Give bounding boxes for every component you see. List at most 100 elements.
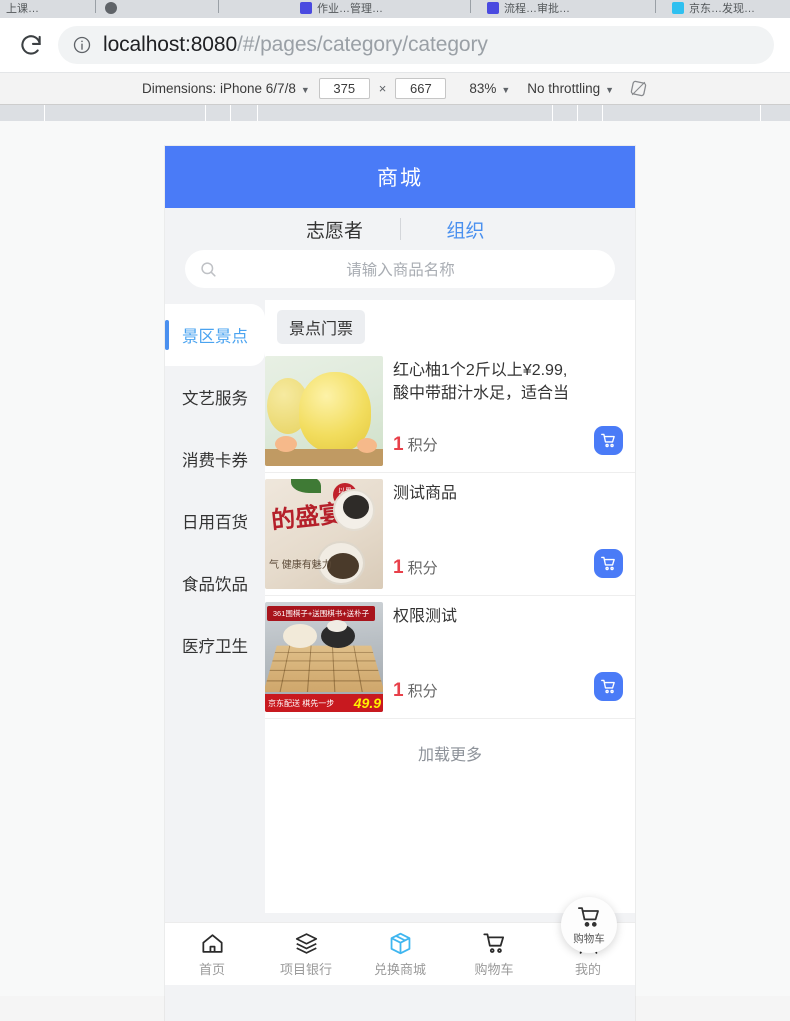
url-host: localhost:8080 — [103, 33, 238, 56]
box-icon — [390, 932, 410, 954]
viewport-width-input[interactable]: 375 — [318, 78, 370, 99]
product-title: 权限测试 — [393, 608, 458, 625]
price-value: 1 — [393, 434, 404, 455]
add-to-cart-button[interactable] — [594, 549, 623, 578]
rotate-device-icon[interactable] — [629, 79, 648, 98]
browser-tab[interactable]: 上课… — [6, 0, 39, 14]
product-row[interactable]: 的盛宴 以黑为美 气 健康有魅力 测试商品 1积分 — [265, 473, 635, 596]
device-preset-label: Dimensions: iPhone 6/7/8 — [141, 81, 296, 96]
dimension-separator: × — [378, 81, 387, 96]
device-preset-dropdown[interactable]: Dimensions: iPhone 6/7/8 ▼ — [142, 81, 310, 96]
tab-mall[interactable]: 兑换商城 — [353, 923, 447, 985]
device-stage: 商城 志愿者 组织 请输入商品名称 景区景点 文艺服务 消费卡券 日用百货 食品… — [0, 121, 790, 1021]
sidebar-item-food[interactable]: 食品饮品 — [165, 552, 265, 614]
cart-icon — [601, 556, 615, 571]
floating-cart-button[interactable]: 购物车 — [561, 897, 617, 953]
price-value: 1 — [393, 680, 404, 701]
zoom-label: 83% — [469, 81, 497, 96]
browser-tab-label: 京东…发现… — [689, 3, 755, 14]
phone-viewport: 商城 志愿者 组织 请输入商品名称 景区景点 文艺服务 消费卡券 日用百货 食品… — [165, 146, 635, 1021]
browser-tab-label: 上课… — [6, 3, 39, 14]
price-unit: 积分 — [407, 560, 438, 577]
browser-tab[interactable]: 作业…管理… — [300, 0, 383, 14]
floating-cart-label: 购物车 — [573, 932, 605, 945]
throttling-label: No throttling — [527, 81, 601, 96]
product-list-panel: 景点门票 红心柚1个2斤以上¥2.99,酸中带甜汁水足，适合当下… 1积分 — [265, 300, 635, 913]
browser-tab[interactable] — [105, 0, 117, 14]
subcategory-chip-tickets[interactable]: 景点门票 — [277, 310, 366, 344]
page-title: 商城 — [377, 167, 423, 190]
device-toolbar: Dimensions: iPhone 6/7/8 ▼ 375 × 667 83%… — [0, 73, 790, 105]
chevron-down-icon: ▼ — [501, 84, 511, 95]
add-to-cart-button[interactable] — [594, 426, 623, 455]
tab-home[interactable]: 首页 — [165, 923, 259, 985]
sidebar-item-vouchers[interactable]: 消费卡券 — [165, 428, 265, 490]
sidebar-item-household[interactable]: 日用百货 — [165, 490, 265, 552]
cart-icon — [601, 433, 615, 448]
product-title: 红心柚1个2斤以上¥2.99,酸中带甜汁水足，适合当下… — [393, 362, 570, 402]
category-body: 景区景点 文艺服务 消费卡券 日用百货 食品饮品 医疗卫生 景点门票 红心柚1个… — [165, 300, 635, 913]
price-value: 1 — [393, 557, 404, 578]
browser-tab[interactable]: 流程…审批… — [487, 0, 570, 14]
product-price: 1 积分 — [393, 557, 581, 585]
category-sidebar: 景区景点 文艺服务 消费卡券 日用百货 食品饮品 医疗卫生 — [165, 300, 265, 913]
tab-separator — [655, 0, 656, 13]
tab-favicon-icon — [487, 2, 499, 14]
browser-tab-label: 流程…审批… — [504, 3, 570, 14]
add-to-cart-button[interactable] — [594, 672, 623, 701]
tab-favicon-icon — [672, 2, 684, 14]
tab-label: 兑换商城 — [373, 961, 426, 977]
tab-project-bank[interactable]: 项目银行 — [259, 923, 353, 985]
product-thumbnail: 361围棋子+送围棋书+送朴子 京东配送 棋先一步 49.9 — [265, 602, 383, 712]
tab-label: 我的 — [574, 961, 601, 977]
tab-label: 购物车 — [474, 961, 514, 977]
tab-organization[interactable]: 组织 — [401, 216, 531, 243]
zoom-dropdown[interactable]: 83% ▼ — [469, 81, 510, 96]
tab-label: 首页 — [198, 961, 225, 977]
segment-tabs: 志愿者 组织 — [165, 208, 635, 250]
product-title: 测试商品 — [393, 485, 458, 502]
app-header: 商城 — [165, 146, 635, 208]
search-area: 请输入商品名称 — [165, 250, 635, 300]
browser-tab-label: 作业…管理… — [317, 3, 383, 14]
product-price: 1 积分 — [393, 680, 581, 708]
tab-separator — [218, 0, 219, 13]
price-unit: 积分 — [407, 437, 438, 454]
browser-tab-strip: 上课… 作业…管理… 流程…审批… 京东…发现… — [0, 0, 790, 18]
cart-icon — [482, 932, 504, 953]
sidebar-item-scenic[interactable]: 景区景点 — [165, 304, 265, 366]
tab-cart[interactable]: 购物车 — [447, 923, 541, 985]
price-unit: 积分 — [407, 683, 438, 700]
browser-toolbar: localhost:8080/#/pages/category/category — [0, 18, 790, 73]
info-icon[interactable] — [72, 35, 92, 55]
layers-icon — [295, 932, 317, 954]
home-icon — [201, 933, 223, 953]
address-bar[interactable]: localhost:8080/#/pages/category/category — [58, 26, 774, 64]
product-price: 1 积分 — [393, 434, 581, 462]
tab-volunteer[interactable]: 志愿者 — [270, 216, 400, 243]
tab-separator — [95, 0, 96, 13]
sidebar-item-medical[interactable]: 医疗卫生 — [165, 614, 265, 676]
reload-icon — [21, 35, 41, 55]
search-placeholder: 请输入商品名称 — [346, 262, 455, 279]
tab-favicon-icon — [105, 2, 117, 14]
tab-label: 项目银行 — [279, 961, 332, 977]
search-icon — [201, 261, 216, 277]
shopping-cart-icon — [577, 906, 599, 927]
throttling-dropdown[interactable]: No throttling ▼ — [527, 81, 614, 96]
url-path: /#/pages/category/category — [237, 33, 488, 56]
reload-button[interactable] — [18, 32, 44, 58]
cart-icon — [601, 679, 615, 694]
address-bar-text: localhost:8080/#/pages/category/category — [103, 33, 488, 57]
search-input[interactable]: 请输入商品名称 — [185, 250, 615, 288]
product-row[interactable]: 361围棋子+送围棋书+送朴子 京东配送 棋先一步 49.9 权限测试 1 积分 — [265, 596, 635, 719]
device-ruler — [0, 105, 790, 121]
viewport-height-input[interactable]: 667 — [395, 78, 447, 99]
tab-favicon-icon — [300, 2, 312, 14]
product-thumbnail: 的盛宴 以黑为美 气 健康有魅力 — [265, 479, 383, 589]
browser-tab[interactable]: 京东…发现… — [672, 0, 755, 14]
load-more-button[interactable]: 加载更多 — [265, 719, 635, 765]
tab-separator — [470, 0, 471, 13]
sidebar-item-arts[interactable]: 文艺服务 — [165, 366, 265, 428]
product-row[interactable]: 红心柚1个2斤以上¥2.99,酸中带甜汁水足，适合当下… 1积分 — [265, 350, 635, 473]
